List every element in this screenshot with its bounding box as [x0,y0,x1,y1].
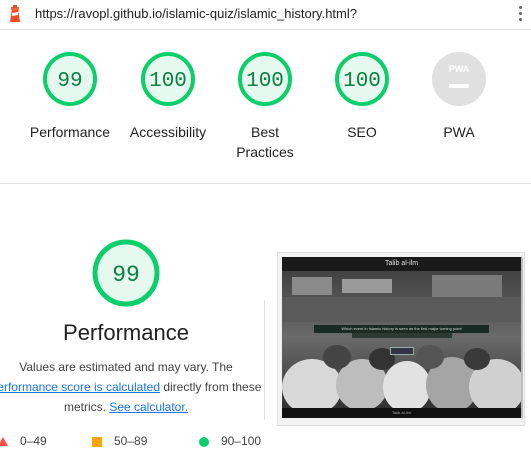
performance-score: 99 [112,262,140,288]
legend-fail-label: 0–49 [20,434,47,448]
legend-average: 50–89 [92,434,147,450]
gauge-accessibility[interactable]: 100 Accessibility [123,51,213,142]
score-ring: 99 [43,52,97,106]
kebab-menu-icon[interactable] [515,4,525,24]
gauge-score: 100 [149,70,187,93]
report-url[interactable]: https://ravopl.github.io/islamic-quiz/is… [35,6,357,21]
desc-line-2: directly from these [160,380,262,394]
gauge-label: Performance [29,124,111,140]
pwa-badge-text: PWA [449,64,470,74]
legend-pass: 90–100 [199,434,261,450]
performance-score-ring: 99 [92,239,160,307]
screenshot-options [352,333,452,338]
score-ring: 100 [335,52,389,106]
legend-fail: 0–49 [0,434,47,450]
screenshot-question: Which event in Islamic history is seen a… [314,325,489,333]
report-url-bar: https://ravopl.github.io/islamic-quiz/is… [0,0,531,28]
see-calculator-link[interactable]: See calculator. [109,400,188,414]
gauge-label: SEO [347,124,377,140]
screenshot-button [390,347,414,355]
gauge-label: Best Practices [236,124,294,160]
gauge-seo[interactable]: 100 SEO [317,51,407,142]
gauge-score: 99 [57,70,82,93]
section-divider [264,300,265,420]
legend-average-label: 50–89 [114,434,148,448]
score-ring: 100 [238,52,292,106]
average-square-icon [92,436,102,447]
legend-pass-label: 90–100 [221,434,262,448]
gauge-label: PWA [443,124,475,140]
performance-description: Values are estimated and may vary. The p… [0,357,262,417]
gauge-score: 100 [246,70,284,93]
gauges-divider [0,183,531,184]
gauge-pwa[interactable]: PWA PWA [414,51,504,142]
score-ring: 100 [141,52,195,106]
lighthouse-icon [10,5,20,22]
pass-circle-icon [199,436,209,447]
score-calculated-link[interactable]: performance score is calculated [0,380,160,394]
gauge-performance[interactable]: 99 Performance [25,51,115,142]
screenshot-site-header: Talib al-ilm [282,257,521,271]
screenshot-scrollbar[interactable] [521,257,523,418]
pwa-badge-icon: PWA [432,52,486,106]
performance-title: Performance [63,320,189,345]
header-divider [0,29,531,30]
gauge-label: Accessibility [129,124,207,140]
gauge-best-practices[interactable]: 100 Best Practices [220,51,310,162]
screenshot-footer: Talib al-ilm [282,408,521,418]
gauge-score: 100 [343,70,381,93]
final-screenshot[interactable]: Talib al-ilm Which event in Islamic hist… [282,257,521,418]
desc-line-3: metrics. [63,400,106,414]
fail-triangle-icon [0,437,8,447]
desc-line-1: Values are estimated and may vary. The [19,360,233,374]
